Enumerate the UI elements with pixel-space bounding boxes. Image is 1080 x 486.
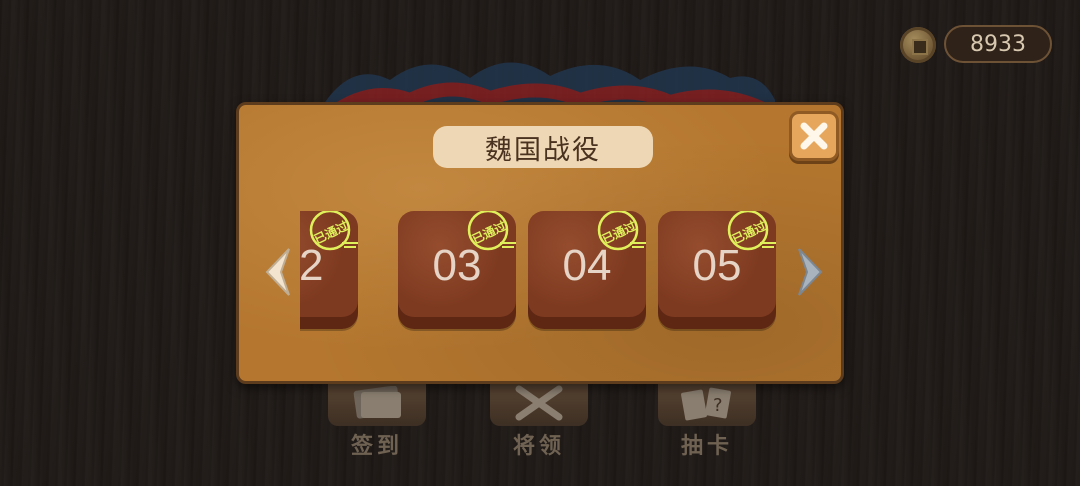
generals-plate	[490, 380, 588, 426]
arrow-left-icon[interactable]	[259, 243, 293, 301]
sign-in-label: 签到	[350, 433, 403, 459]
draw-card-plate: ?	[658, 380, 756, 426]
close-icon	[800, 122, 828, 150]
generals-button[interactable]: 将领	[490, 380, 588, 460]
sign-in-button[interactable]: 签到	[328, 380, 426, 460]
level-tile[interactable]: 04 已通过	[528, 211, 646, 331]
level-carousel: 02 已通过 03 已通过 04 已通过	[300, 211, 790, 337]
coin-counter: 8933	[944, 25, 1052, 63]
passed-stamp-icon: 已通过	[727, 211, 776, 251]
level-tile[interactable]: 05 已通过	[658, 211, 776, 331]
svg-text:?: ?	[713, 395, 723, 416]
level-tile[interactable]: 03 已通过	[398, 211, 516, 331]
passed-stamp-icon: 已通过	[467, 211, 516, 251]
cards-icon: ?	[681, 387, 731, 421]
dialog-title-text: 魏国战役	[485, 134, 601, 166]
coin-amount: 8933	[970, 31, 1026, 57]
level-tile[interactable]: 02 已通过	[300, 211, 358, 331]
crossed-swords-icon	[515, 385, 563, 421]
campaign-dialog: 魏国战役 02 已通过 03 已通过	[236, 102, 844, 384]
passed-stamp-icon: 已通过	[597, 211, 646, 251]
coin-icon	[900, 27, 936, 63]
passed-stamp-icon: 已通过	[309, 211, 358, 251]
dialog-title: 魏国战役	[433, 126, 653, 168]
sign-in-plate	[328, 380, 426, 426]
generals-label: 将领	[512, 433, 565, 459]
arrow-right-icon[interactable]	[795, 243, 829, 301]
sign-in-icon	[353, 386, 401, 419]
draw-card-label: 抽卡	[680, 433, 733, 459]
close-button[interactable]	[789, 111, 839, 161]
draw-card-button[interactable]: ? 抽卡	[658, 380, 756, 460]
